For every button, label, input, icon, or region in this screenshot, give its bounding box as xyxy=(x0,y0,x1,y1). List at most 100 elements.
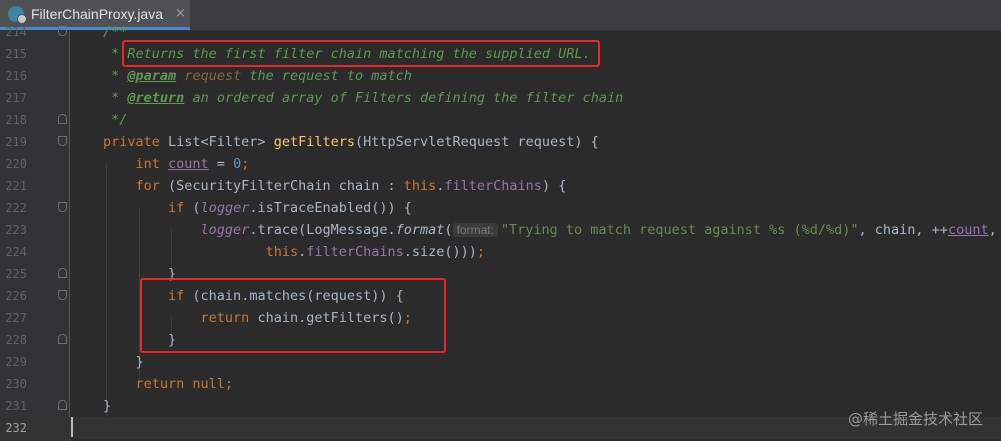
code-token: .size())) xyxy=(403,244,477,260)
code-text: */ xyxy=(103,109,127,131)
text-caret xyxy=(71,417,73,437)
code-line[interactable]: 221 for (SecurityFilterChain chain : thi… xyxy=(0,175,1001,197)
code-token: filterChains xyxy=(444,178,542,194)
line-number: 215 xyxy=(5,47,27,61)
line-number: 228 xyxy=(5,333,27,347)
code-token: @param xyxy=(127,68,177,84)
code-token: return null; xyxy=(135,376,234,392)
fold-icon[interactable] xyxy=(58,268,67,278)
fold-icon[interactable] xyxy=(58,26,67,36)
code-token: count xyxy=(947,222,989,238)
code-token: , xyxy=(988,222,997,238)
line-number: 227 xyxy=(5,311,27,325)
line-number: 231 xyxy=(5,399,27,413)
code-line[interactable]: 218 */ xyxy=(0,109,1001,131)
code-token: 0 xyxy=(233,156,242,172)
line-number: 229 xyxy=(5,355,27,369)
code-token: ( xyxy=(192,200,201,216)
line-number: 218 xyxy=(5,113,27,127)
code-line[interactable]: 220 int count = 0; xyxy=(0,153,1001,175)
code-token: filterChains xyxy=(306,244,404,260)
fold-icon[interactable] xyxy=(58,290,67,300)
line-number: 223 xyxy=(5,223,27,237)
code-token: this xyxy=(403,178,437,194)
line-number: 219 xyxy=(5,135,27,149)
line-number: 225 xyxy=(5,267,27,281)
code-text: } xyxy=(103,395,111,417)
code-line[interactable]: 223 logger.trace(LogMessage.format(forma… xyxy=(0,219,1001,241)
code-text: logger.trace(LogMessage.format(format: "T… xyxy=(103,219,997,241)
code-token: for xyxy=(135,178,169,194)
code-token: (HttpServletRequest request) { xyxy=(354,134,599,150)
code-text: if (logger.isTraceEnabled()) { xyxy=(103,197,412,219)
code-line[interactable]: 219 private List<Filter> getFilters(HttpS… xyxy=(0,131,1001,153)
code-token: ; xyxy=(241,156,250,172)
code-token: @return xyxy=(127,90,185,106)
code-token: ; xyxy=(476,244,486,260)
code-token: int xyxy=(135,156,169,172)
code-token: = xyxy=(208,156,234,172)
tab-label: FilterChainProxy.java xyxy=(31,5,164,22)
line-number: 232 xyxy=(5,421,27,435)
code-editor[interactable]: 214/** 215 * Returns the first filter cha… xyxy=(0,24,1001,441)
code-token: logger xyxy=(200,222,250,238)
code-text: } xyxy=(103,351,144,373)
code-token: .isTraceEnabled()) { xyxy=(249,200,412,216)
code-token: ) { xyxy=(541,178,567,194)
code-token: } xyxy=(135,354,144,370)
code-token: request xyxy=(184,68,242,84)
code-token: format xyxy=(395,222,445,238)
java-class-icon xyxy=(8,5,27,24)
line-number: 222 xyxy=(5,201,27,215)
code-token: an ordered array of Filters defining the… xyxy=(184,90,624,106)
code-text: * @param request the request to match xyxy=(103,65,412,87)
code-token: List<Filter> xyxy=(168,134,274,150)
code-token: * xyxy=(111,68,128,84)
code-text: return null; xyxy=(103,373,234,395)
code-token: /** xyxy=(103,24,128,40)
fold-icon[interactable] xyxy=(58,334,67,344)
code-text: for (SecurityFilterChain chain : this.fi… xyxy=(103,175,567,197)
code-token: this xyxy=(265,244,299,260)
highlight-box-match xyxy=(140,278,446,353)
code-text: int count = 0; xyxy=(103,153,250,175)
close-icon[interactable]: × xyxy=(175,6,186,21)
watermark: @稀土掘金技术社区 xyxy=(847,410,983,428)
code-token: logger xyxy=(200,200,250,216)
fold-icon[interactable] xyxy=(58,202,67,212)
code-token: ( xyxy=(444,222,453,238)
code-text: this.filterChains.size())); xyxy=(103,241,486,263)
line-number: 226 xyxy=(5,289,27,303)
line-number: 230 xyxy=(5,377,27,391)
code-token: .trace(LogMessage. xyxy=(249,222,396,238)
fold-icon[interactable] xyxy=(58,400,67,410)
code-token: * xyxy=(111,90,128,106)
code-token: getFilters xyxy=(273,134,355,150)
fold-icon[interactable] xyxy=(58,136,67,146)
code-token: private xyxy=(103,134,169,150)
line-number: 224 xyxy=(5,245,27,259)
code-text: * @return an ordered array of Filters de… xyxy=(103,87,623,109)
line-number: 220 xyxy=(5,157,27,171)
code-token: (SecurityFilterChain chain : xyxy=(168,178,404,194)
line-number: 214 xyxy=(5,25,27,39)
highlight-box-javadoc xyxy=(122,40,600,67)
code-token: the request to match xyxy=(241,68,412,84)
code-token: , chain, ++ xyxy=(858,222,948,238)
fold-icon[interactable] xyxy=(58,114,67,124)
code-token: "Trying to match request against %s (%d/… xyxy=(500,222,859,238)
code-token: . xyxy=(298,244,307,260)
code-line[interactable]: 229 } xyxy=(0,351,1001,373)
code-line[interactable]: 222 if (logger.isTraceEnabled()) { xyxy=(0,197,1001,219)
code-line[interactable]: 224 this.filterChains.size())); xyxy=(0,241,1001,263)
parameter-hint: format: xyxy=(452,223,498,237)
code-line[interactable]: 230 return null; xyxy=(0,373,1001,395)
code-line[interactable]: 216 * @param request the request to matc… xyxy=(0,65,1001,87)
code-token: */ xyxy=(111,112,128,128)
line-number: 221 xyxy=(5,179,27,193)
code-text: private List<Filter> getFilters(HttpServ… xyxy=(103,131,599,153)
line-number: 217 xyxy=(5,91,27,105)
code-line[interactable]: 217 * @return an ordered array of Filter… xyxy=(0,87,1001,109)
code-token: count xyxy=(168,156,209,172)
line-number: 216 xyxy=(5,69,27,83)
